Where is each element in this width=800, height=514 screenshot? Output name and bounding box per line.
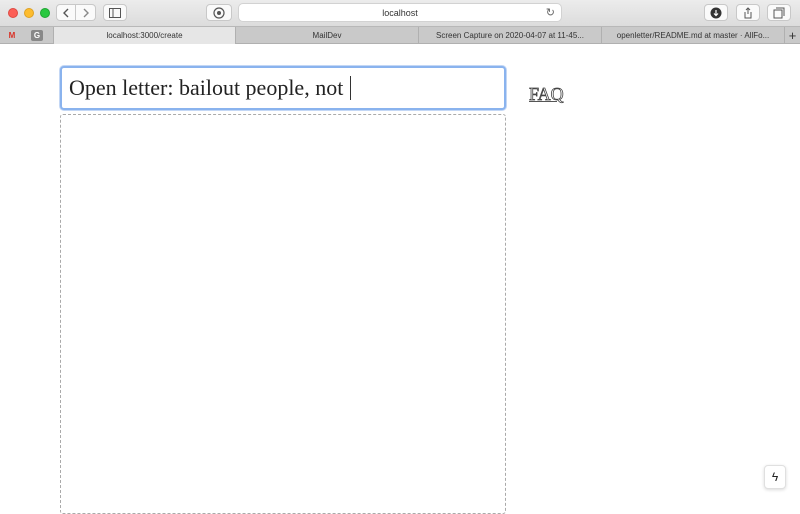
reload-icon[interactable]: ↻ <box>546 6 555 19</box>
close-window-button[interactable] <box>8 8 18 18</box>
new-tab-button[interactable]: + <box>784 27 800 44</box>
sidebar-icon <box>109 7 121 18</box>
address-bar[interactable]: localhost ↻ <box>238 3 562 22</box>
tab-bar: M G localhost:3000/create MailDev Screen… <box>0 26 800 44</box>
tab-label: openletter/README.md at master · AllFo..… <box>616 31 770 40</box>
google-icon[interactable]: G <box>31 30 43 41</box>
lightning-icon: ϟ <box>771 470 779 484</box>
tab-label: localhost:3000/create <box>106 31 183 40</box>
back-button[interactable] <box>56 4 76 21</box>
text-caret <box>350 76 352 100</box>
navigation-buttons <box>56 4 96 21</box>
forward-button[interactable] <box>76 4 96 21</box>
tab-overview-button[interactable] <box>767 4 791 21</box>
privacy-icon <box>213 6 225 19</box>
share-icon <box>744 6 752 18</box>
letter-body-textarea[interactable] <box>60 114 506 514</box>
gmail-icon[interactable]: M <box>6 30 18 41</box>
lightning-button[interactable]: ϟ <box>764 465 786 489</box>
tab-label: MailDev <box>312 31 342 40</box>
letter-title-input[interactable]: Open letter: bailout people, not <box>60 66 506 110</box>
tabs-icon <box>773 7 785 18</box>
download-icon <box>710 7 722 18</box>
maximize-window-button[interactable] <box>40 8 50 18</box>
tab-localhost-create[interactable]: localhost:3000/create <box>53 27 235 44</box>
faq-link[interactable]: FAQ <box>529 84 564 105</box>
title-input-value: Open letter: bailout people, not <box>69 75 344 100</box>
minimize-window-button[interactable] <box>24 8 34 18</box>
tab-label: Screen Capture on 2020-04-07 at 11-45... <box>436 31 584 40</box>
browser-toolbar: localhost ↻ <box>0 0 800 26</box>
tab-screen-capture[interactable]: Screen Capture on 2020-04-07 at 11-45... <box>418 27 601 44</box>
downloads-button[interactable] <box>704 4 728 21</box>
address-text: localhost <box>382 7 418 18</box>
chevron-right-icon <box>83 8 89 17</box>
privacy-report-button[interactable] <box>206 4 232 21</box>
chevron-left-icon <box>63 8 69 17</box>
sidebar-toggle-button[interactable] <box>103 4 127 21</box>
tab-maildev[interactable]: MailDev <box>235 27 418 44</box>
plus-icon: + <box>788 28 797 43</box>
share-button[interactable] <box>736 4 760 21</box>
tab-readme[interactable]: openletter/README.md at master · AllFo..… <box>601 27 784 44</box>
